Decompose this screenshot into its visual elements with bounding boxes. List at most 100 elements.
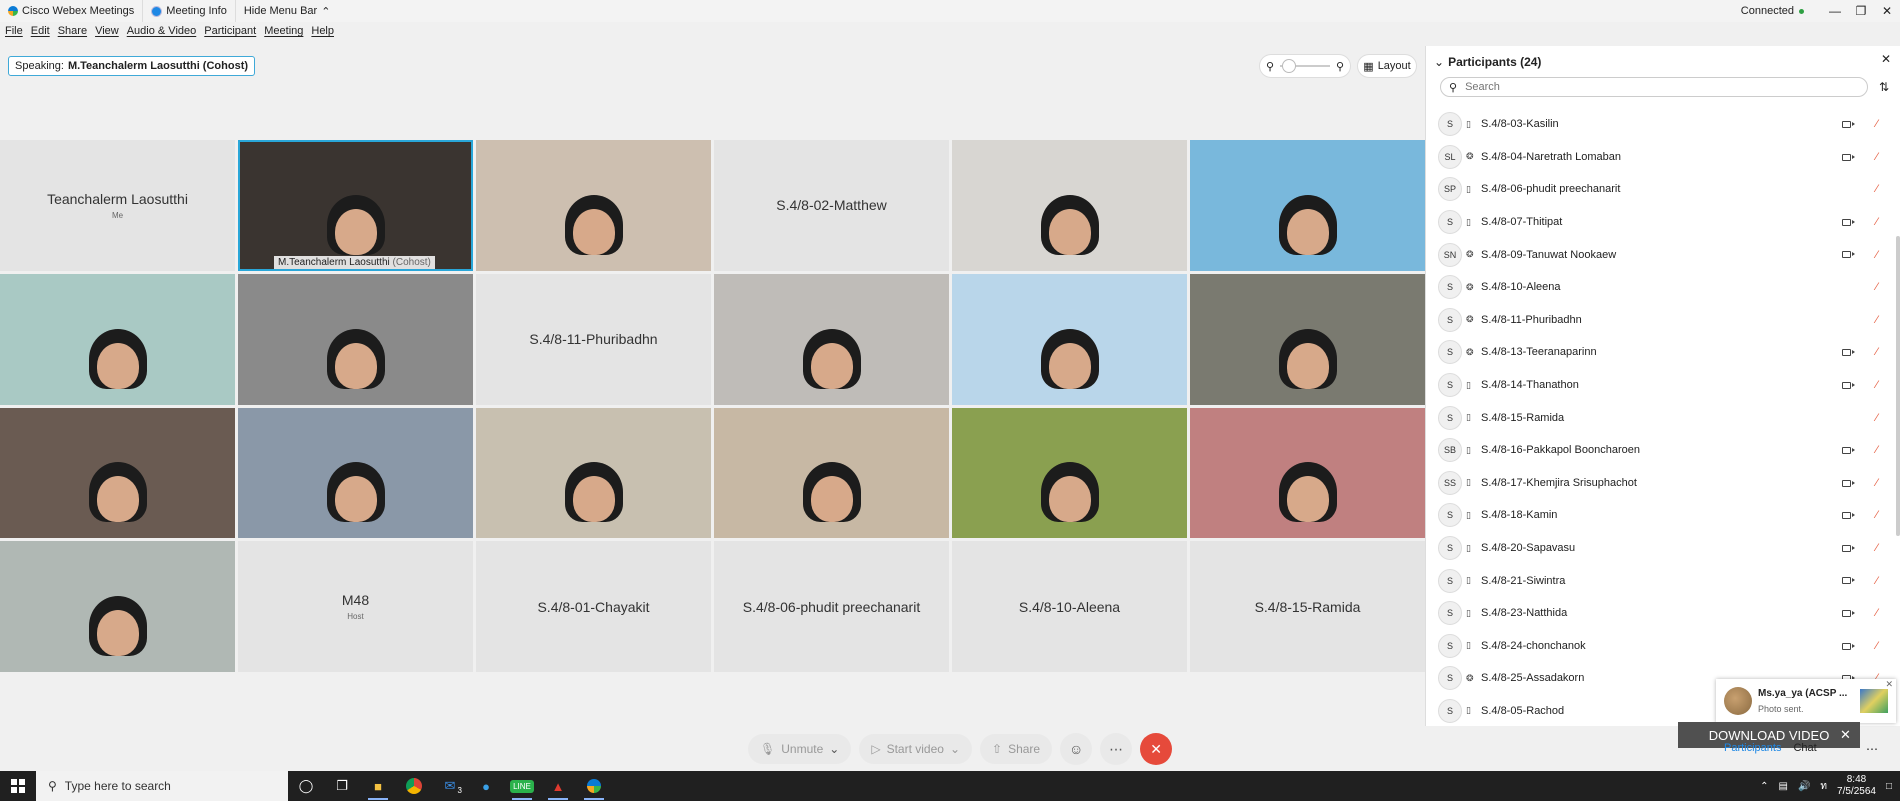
muted-mic-icon[interactable]: ⁄ xyxy=(1876,249,1878,261)
video-tile[interactable] xyxy=(714,407,949,539)
network-icon[interactable]: ▤ xyxy=(1779,781,1788,792)
muted-mic-icon[interactable]: ⁄ xyxy=(1876,575,1878,587)
video-tile[interactable]: S.4/8-10-Aleena xyxy=(952,541,1187,672)
tab-participants[interactable]: Participants xyxy=(1724,742,1781,754)
chat-notification[interactable]: Ms.ya_ya (ACSP ... Photo sent. ✕ xyxy=(1716,679,1896,723)
windows-start-icon[interactable] xyxy=(0,771,36,801)
layout-button[interactable]: ▦ Layout xyxy=(1358,55,1416,77)
muted-mic-icon[interactable]: ⁄ xyxy=(1876,477,1878,489)
muted-mic-icon[interactable]: ⁄ xyxy=(1876,640,1878,652)
line-app-icon[interactable]: LINE xyxy=(504,771,540,801)
zoom-knob[interactable] xyxy=(1282,59,1297,73)
search-input[interactable] xyxy=(1463,80,1859,94)
share-button[interactable]: ⇧ Share xyxy=(980,734,1053,764)
zoom-out-icon[interactable]: ⚲ xyxy=(1266,60,1274,73)
participant-row[interactable]: SS ▯ S.4/8-17-Khemjira Srisuphachot ⁄ xyxy=(1426,467,1900,500)
unmute-button[interactable]: 🎙 Unmute ⌄ xyxy=(748,734,852,764)
participant-row[interactable]: S ▯ S.4/8-07-Thitipat ⁄ xyxy=(1426,206,1900,239)
video-tile[interactable] xyxy=(0,541,235,672)
zoom-track[interactable] xyxy=(1280,59,1330,73)
start-video-button[interactable]: ▷ Start video ⌄ xyxy=(859,734,972,764)
menu-file[interactable]: File xyxy=(5,25,23,43)
participants-header[interactable]: ⌄ Participants (24) xyxy=(1434,52,1900,72)
video-tile[interactable] xyxy=(238,273,473,405)
muted-mic-icon[interactable]: ⁄ xyxy=(1876,216,1878,228)
chrome-icon[interactable] xyxy=(396,771,432,801)
video-tile[interactable] xyxy=(0,273,235,405)
muted-mic-icon[interactable]: ⁄ xyxy=(1876,379,1878,391)
participant-row[interactable]: S ▯ S.4/8-20-Sapavasu ⁄ xyxy=(1426,532,1900,565)
menu-edit[interactable]: Edit xyxy=(31,25,50,43)
webex-taskbar-icon[interactable] xyxy=(576,771,612,801)
menu-participant[interactable]: Participant xyxy=(204,25,256,43)
task-view-icon[interactable]: ❐ xyxy=(324,771,360,801)
muted-mic-icon[interactable]: ⁄ xyxy=(1876,281,1878,293)
video-tile[interactable] xyxy=(1190,273,1425,405)
participant-row[interactable]: S ❂ S.4/8-11-Phuribadhn ⁄ xyxy=(1426,304,1900,337)
video-tile[interactable] xyxy=(238,407,473,539)
video-tile[interactable]: S.4/8-02-Matthew xyxy=(714,140,949,271)
participant-row[interactable]: S ▯ S.4/8-23-Natthida ⁄ xyxy=(1426,597,1900,630)
muted-mic-icon[interactable]: ⁄ xyxy=(1876,607,1878,619)
cortana-icon[interactable]: ◯ xyxy=(288,771,324,801)
muted-mic-icon[interactable]: ⁄ xyxy=(1876,412,1878,424)
participant-row[interactable]: S ▯ S.4/8-15-Ramida ⁄ xyxy=(1426,401,1900,434)
taskbar-search[interactable]: ⚲ Type here to search xyxy=(36,771,288,801)
file-explorer-icon[interactable]: ■ xyxy=(360,771,396,801)
ellipsis-icon[interactable]: ⋯ xyxy=(1866,742,1878,756)
participant-row[interactable]: S ❂ S.4/8-10-Aleena ⁄ xyxy=(1426,271,1900,304)
participant-row[interactable]: S ▯ S.4/8-14-Thanathon ⁄ xyxy=(1426,369,1900,402)
muted-mic-icon[interactable]: ⁄ xyxy=(1876,183,1878,195)
video-tile[interactable] xyxy=(0,407,235,539)
chevron-down-icon[interactable]: ⌄ xyxy=(829,742,839,756)
participant-row[interactable]: SN ❂ S.4/8-09-Tanuwat Nookaew ⁄ xyxy=(1426,238,1900,271)
close-icon[interactable]: ✕ xyxy=(1881,52,1891,66)
participant-row[interactable]: S ▯ S.4/8-03-Kasilin ⁄ xyxy=(1426,108,1900,141)
video-tile[interactable]: S.4/8-15-Ramida xyxy=(1190,541,1425,672)
chevron-down-icon[interactable]: ⌄ xyxy=(1434,55,1444,69)
menu-share[interactable]: Share xyxy=(58,25,87,43)
menu-help[interactable]: Help xyxy=(311,25,334,43)
zoom-in-icon[interactable]: ⚲ xyxy=(1336,60,1344,73)
video-tile[interactable]: S.4/8-11-Phuribadhn xyxy=(476,273,711,405)
video-tile[interactable] xyxy=(1190,407,1425,539)
video-tile[interactable]: M48 Host xyxy=(238,541,473,672)
muted-mic-icon[interactable]: ⁄ xyxy=(1876,118,1878,130)
participant-row[interactable]: S ❂ S.4/8-13-Teeranaparinn ⁄ xyxy=(1426,336,1900,369)
menu-meeting[interactable]: Meeting xyxy=(264,25,303,43)
menu-view[interactable]: View xyxy=(95,25,119,43)
restore-icon[interactable]: ❐ xyxy=(1848,4,1874,18)
video-tile[interactable]: M.Teanchalerm Laosutthi (Cohost) xyxy=(238,140,473,271)
tab-chat[interactable]: Chat xyxy=(1793,742,1816,754)
muted-mic-icon[interactable]: ⁄ xyxy=(1876,444,1878,456)
muted-mic-icon[interactable]: ⁄ xyxy=(1876,509,1878,521)
reactions-button[interactable]: ☺ xyxy=(1060,733,1093,765)
edge-icon[interactable]: ● xyxy=(468,771,504,801)
participant-row[interactable]: SP ▯ S.4/8-06-phudit preechanarit ⁄ xyxy=(1426,173,1900,206)
video-tile[interactable] xyxy=(952,273,1187,405)
chevron-up-icon[interactable]: ⌃ xyxy=(1760,781,1768,792)
volume-icon[interactable]: 🔊 xyxy=(1798,781,1810,792)
video-tile[interactable]: S.4/8-06-phudit preechanarit xyxy=(714,541,949,672)
muted-mic-icon[interactable]: ⁄ xyxy=(1876,151,1878,163)
participant-row[interactable]: S ▯ S.4/8-18-Kamin ⁄ xyxy=(1426,499,1900,532)
muted-mic-icon[interactable]: ⁄ xyxy=(1876,346,1878,358)
clock[interactable]: 8:48 7/5/2564 xyxy=(1837,774,1876,798)
chevron-down-icon[interactable]: ⌄ xyxy=(950,742,960,756)
video-tile[interactable] xyxy=(1190,140,1425,271)
video-tile[interactable] xyxy=(476,407,711,539)
participant-search[interactable]: ⚲ xyxy=(1440,77,1868,97)
scrollbar[interactable] xyxy=(1896,236,1900,536)
muted-mic-icon[interactable]: ⁄ xyxy=(1876,314,1878,326)
zoom-slider[interactable]: ⚲ ⚲ xyxy=(1260,55,1350,77)
sort-icon[interactable]: ⇅ xyxy=(1879,80,1889,94)
video-tile[interactable] xyxy=(476,140,711,271)
participant-row[interactable]: S ▯ S.4/8-24-chonchanok ⁄ xyxy=(1426,630,1900,663)
mail-icon[interactable]: ✉ 3 xyxy=(432,771,468,801)
hide-menu-bar-button[interactable]: Hide Menu Bar ⌃ xyxy=(236,0,339,22)
more-options-button[interactable]: ⋯ xyxy=(1100,733,1133,765)
participant-row[interactable]: SL ❂ S.4/8-04-Naretrath Lomaban ⁄ xyxy=(1426,141,1900,174)
meeting-info-button[interactable]: Meeting Info xyxy=(143,0,236,22)
acrobat-icon[interactable]: ▲ xyxy=(540,771,576,801)
video-tile[interactable]: Teanchalerm Laosutthi Me xyxy=(0,140,235,271)
